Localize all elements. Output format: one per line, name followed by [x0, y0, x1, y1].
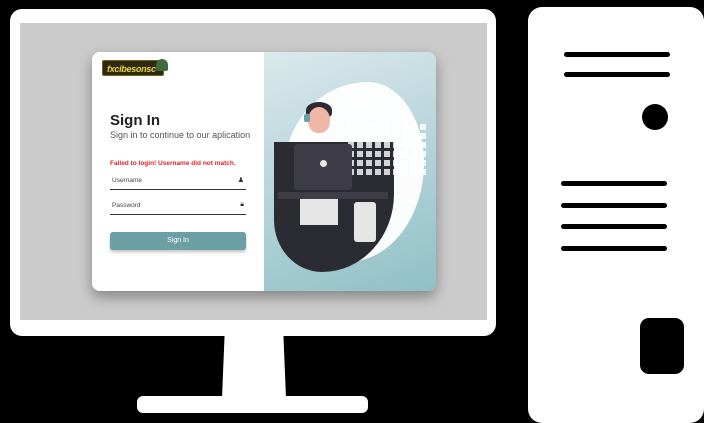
power-button-icon	[642, 104, 668, 130]
chair	[354, 202, 376, 242]
person-icon: ♟	[237, 177, 244, 184]
laptop-icon	[294, 144, 352, 190]
laptop-logo-icon	[320, 160, 327, 167]
logo-mark-icon	[156, 59, 168, 71]
tower-vent-line	[564, 52, 670, 57]
login-card: fxcibesonsc Sign In Sign in to continue …	[92, 52, 436, 291]
illustration-panel	[264, 52, 436, 291]
desk	[278, 192, 388, 199]
tower-vent-line	[564, 72, 670, 77]
drive-slot-icon	[640, 318, 684, 374]
tower-vent-line	[561, 181, 667, 186]
login-form-panel: fxcibesonsc Sign In Sign in to continue …	[92, 52, 264, 291]
sign-in-button[interactable]: Sign In	[110, 232, 246, 250]
decorative-grid	[348, 124, 426, 175]
username-placeholder: Username	[112, 177, 142, 184]
monitor-illustration: fxcibesonsc Sign In Sign in to continue …	[10, 9, 496, 336]
tower-vent-line	[561, 246, 667, 251]
monitor-screen: fxcibesonsc Sign In Sign in to continue …	[20, 23, 487, 320]
monitor-neck	[222, 336, 286, 398]
tower-vent-line	[561, 224, 667, 229]
monitor-base	[137, 396, 368, 413]
app-logo: fxcibesonsc	[102, 60, 164, 76]
person-legs	[300, 199, 338, 225]
username-field[interactable]: Username ♟	[110, 175, 246, 190]
error-message: Failed to login! Username did not match.	[110, 160, 236, 167]
password-placeholder: Password	[112, 202, 141, 209]
page-title: Sign In	[110, 112, 160, 129]
password-field[interactable]: Password 🔒︎	[110, 200, 246, 215]
lock-icon: 🔒︎	[240, 201, 244, 208]
tower-vent-line	[561, 203, 667, 208]
page-subtitle: Sign in to continue to our aplication	[110, 130, 251, 140]
person-head	[308, 107, 330, 133]
headset-icon	[304, 114, 310, 122]
